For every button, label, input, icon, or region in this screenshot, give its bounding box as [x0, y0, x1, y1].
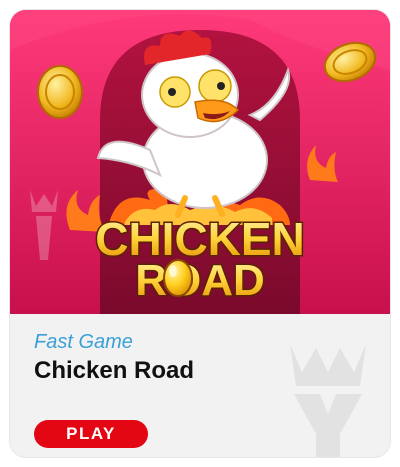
game-artwork[interactable]: CHICKEN ROAD	[10, 10, 390, 314]
game-title: Chicken Road	[34, 357, 195, 384]
game-card[interactable]: CHICKEN ROAD Fast Game Chicken Road PLAY	[10, 10, 390, 457]
gold-coin-icon	[37, 65, 83, 119]
chicken-road-artwork: CHICKEN ROAD	[10, 10, 390, 314]
play-button[interactable]: PLAY	[34, 420, 148, 448]
game-info: Fast Game Chicken Road PLAY	[10, 314, 390, 457]
crown-watermark-icon	[290, 344, 366, 457]
golden-egg-icon	[163, 259, 193, 297]
game-category: Fast Game	[34, 331, 133, 353]
logo-line-2: ROAD	[135, 256, 265, 305]
